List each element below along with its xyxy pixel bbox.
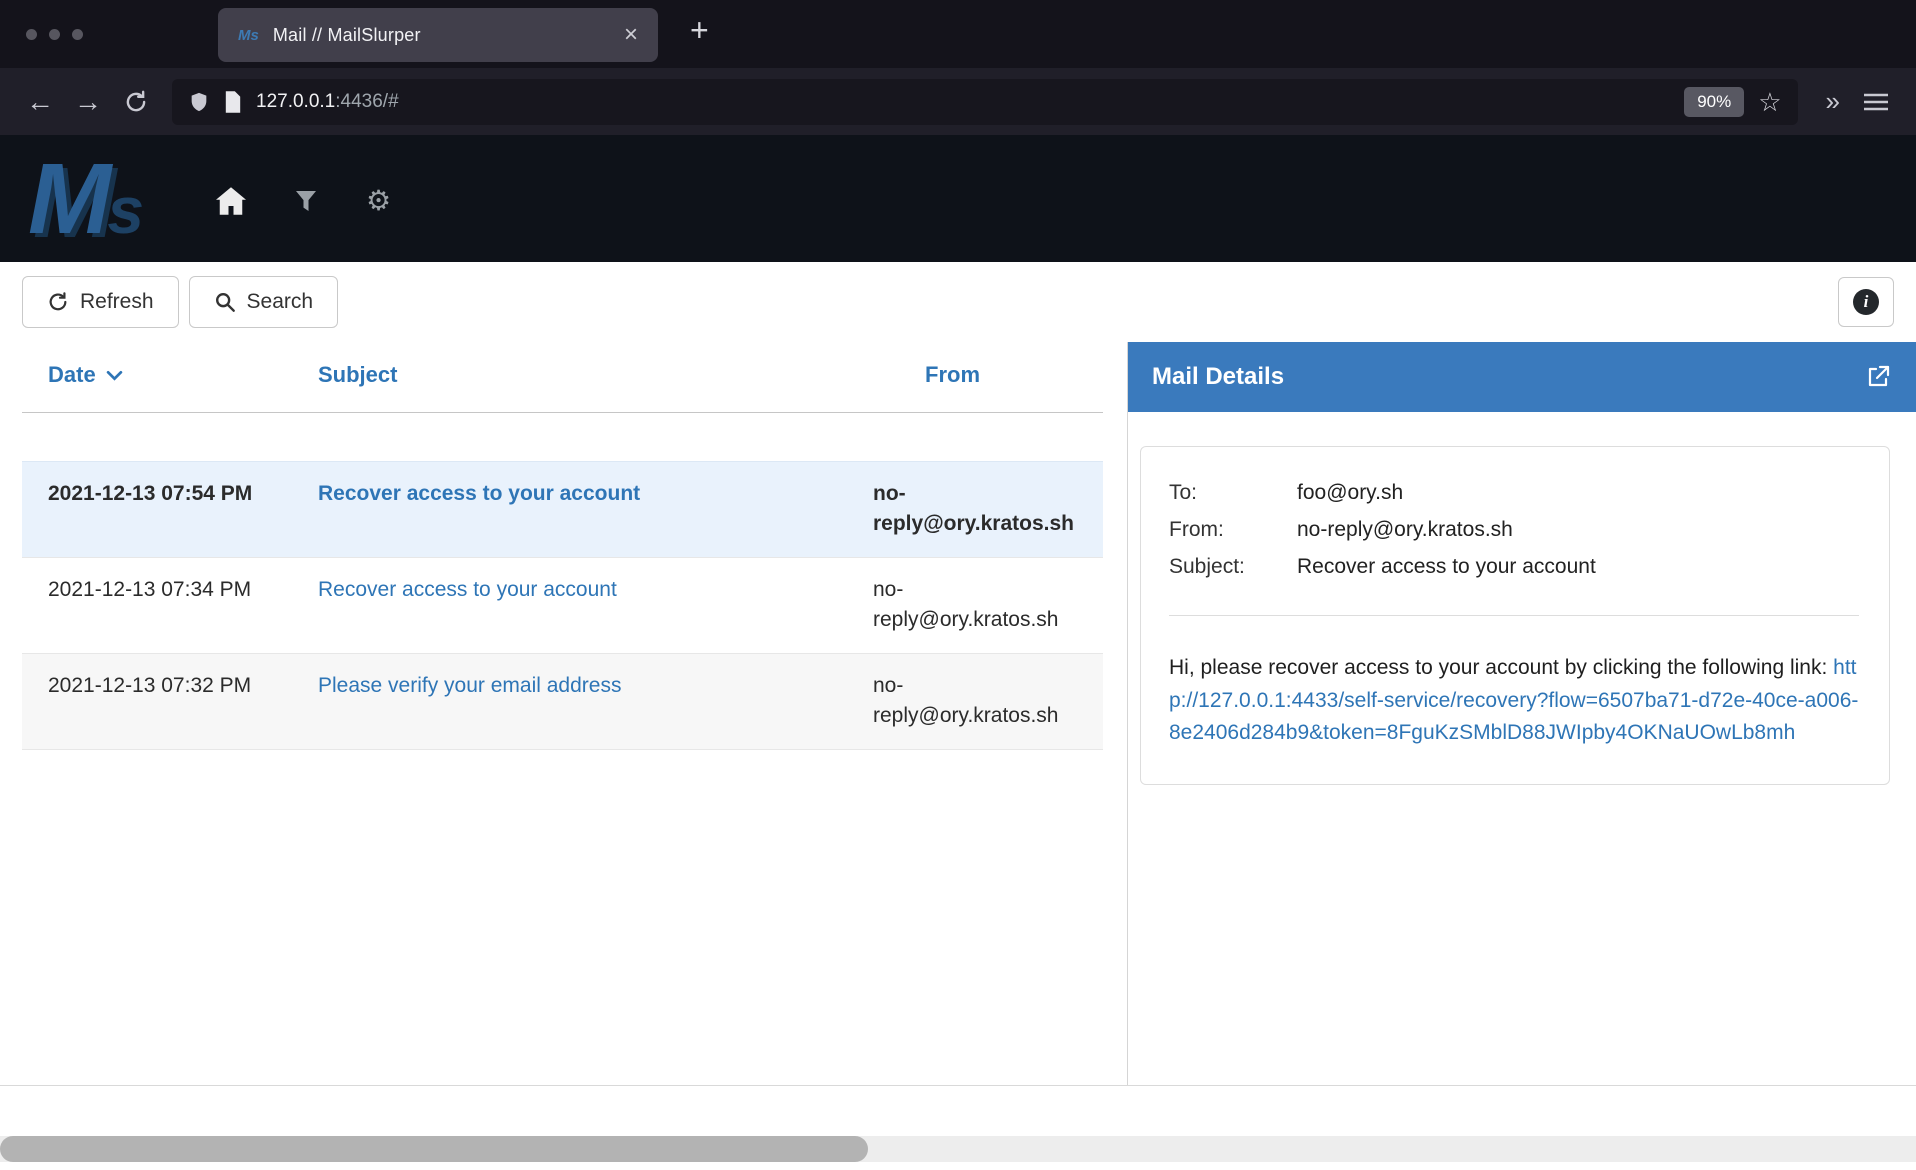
app-header: Ms ⚙ [0,135,1916,262]
zoom-level-badge[interactable]: 90% [1684,87,1744,117]
detail-subject-row: Subject: Recover access to your account [1169,549,1859,586]
mail-details-pane: Mail Details To: foo@ory.sh From: no-re [1128,342,1916,1085]
search-icon [214,291,236,313]
column-header-date[interactable]: Date [48,362,318,388]
mail-list-header-row: Date Subject From [22,342,1103,413]
url-text: 127.0.0.1:4436/# [256,91,1670,113]
mail-row-from: no-reply@ory.kratos.sh [873,575,1085,636]
url-bar[interactable]: 127.0.0.1:4436/# 90% ☆ [172,79,1798,125]
window-zoom-button[interactable] [72,29,83,40]
tab-close-icon[interactable]: × [624,23,638,47]
back-button[interactable]: ← [16,79,64,125]
mail-row-date: 2021-12-13 07:54 PM [48,479,258,540]
tab-title: Mail // MailSlurper [273,25,624,46]
url-host: 127.0.0.1 [256,91,335,112]
main-content: Date Subject From 2021-12-13 07:54 PM Re… [0,342,1916,1086]
bookmark-star-icon[interactable]: ☆ [1758,89,1781,115]
info-button[interactable]: i [1838,277,1894,327]
new-tab-button[interactable]: + [690,12,709,49]
mail-body-text: Hi, please recover access to your accoun… [1169,656,1833,679]
detail-subject-label: Subject: [1169,549,1297,586]
detail-to-row: To: foo@ory.sh [1169,475,1859,512]
mail-row-subject-link[interactable]: Recover access to your account [318,482,640,505]
card-divider [1169,615,1859,616]
hamburger-menu-icon[interactable] [1852,79,1900,125]
mail-details-card: To: foo@ory.sh From: no-reply@ory.kratos… [1140,446,1890,785]
horizontal-scrollbar-track[interactable] [0,1136,1916,1162]
mail-details-title: Mail Details [1152,363,1284,391]
home-icon[interactable] [216,187,246,215]
toolbar: Refresh Search i [0,262,1916,342]
detail-subject-value: Recover access to your account [1297,549,1859,586]
detail-from-row: From: no-reply@ory.kratos.sh [1169,512,1859,549]
mail-body: Hi, please recover access to your accoun… [1169,652,1859,750]
mail-details-header: Mail Details [1128,342,1916,412]
search-button-label: Search [247,290,314,314]
app-nav-icons: ⚙ [216,187,391,215]
chevron-down-icon [106,370,123,381]
detail-to-value: foo@ory.sh [1297,475,1859,512]
column-header-from[interactable]: From [873,362,1103,388]
external-link-icon[interactable] [1866,365,1890,389]
tab-strip: Ms Mail // MailSlurper × + [0,0,1916,68]
tab-favicon-icon: Ms [238,27,259,44]
mail-row-subject-link[interactable]: Recover access to your account [318,578,617,601]
browser-window: Ms Mail // MailSlurper × + ← → 127.0.0.1… [0,0,1916,1170]
refresh-button[interactable]: Refresh [22,276,179,328]
mail-row-date: 2021-12-13 07:32 PM [48,671,258,732]
logo-letter-s: s [107,173,144,247]
column-header-date-label: Date [48,362,96,388]
navigation-bar: ← → 127.0.0.1:4436/# 90% ☆ » [0,68,1916,135]
window-minimize-button[interactable] [49,29,60,40]
overflow-menu-icon[interactable]: » [1812,86,1852,117]
reload-button[interactable] [112,79,160,125]
forward-button[interactable]: → [64,79,112,125]
detail-from-value: no-reply@ory.kratos.sh [1297,512,1859,549]
refresh-button-label: Refresh [80,290,154,314]
mailslurper-logo: Ms [28,149,144,249]
mail-row-from: no-reply@ory.kratos.sh [873,671,1085,732]
refresh-icon [47,291,69,313]
horizontal-scrollbar-thumb[interactable] [0,1136,868,1162]
gear-icon[interactable]: ⚙ [366,187,391,215]
detail-to-label: To: [1169,475,1297,512]
mail-row[interactable]: 2021-12-13 07:34 PM Recover access to yo… [22,558,1103,654]
filter-icon[interactable] [296,191,316,211]
mail-row[interactable]: 2021-12-13 07:32 PM Please verify your e… [22,654,1103,750]
mail-rows: 2021-12-13 07:54 PM Recover access to yo… [22,461,1103,750]
search-button[interactable]: Search [189,276,339,328]
shield-icon[interactable] [188,90,210,114]
bottom-area [0,1086,1916,1170]
page-info-icon[interactable] [224,91,242,113]
mail-row-date: 2021-12-13 07:34 PM [48,575,258,636]
url-path: :4436/# [335,91,398,112]
info-icon: i [1853,289,1879,315]
mail-list-pane: Date Subject From 2021-12-13 07:54 PM Re… [0,342,1128,1085]
mail-row-from: no-reply@ory.kratos.sh [873,479,1085,540]
browser-tab[interactable]: Ms Mail // MailSlurper × [218,8,658,62]
column-header-subject[interactable]: Subject [318,362,873,388]
detail-from-label: From: [1169,512,1297,549]
mail-row-subject-link[interactable]: Please verify your email address [318,674,621,697]
mail-row[interactable]: 2021-12-13 07:54 PM Recover access to yo… [22,461,1103,558]
logo-letter-m: M [28,143,111,255]
window-controls [26,29,83,40]
window-close-button[interactable] [26,29,37,40]
